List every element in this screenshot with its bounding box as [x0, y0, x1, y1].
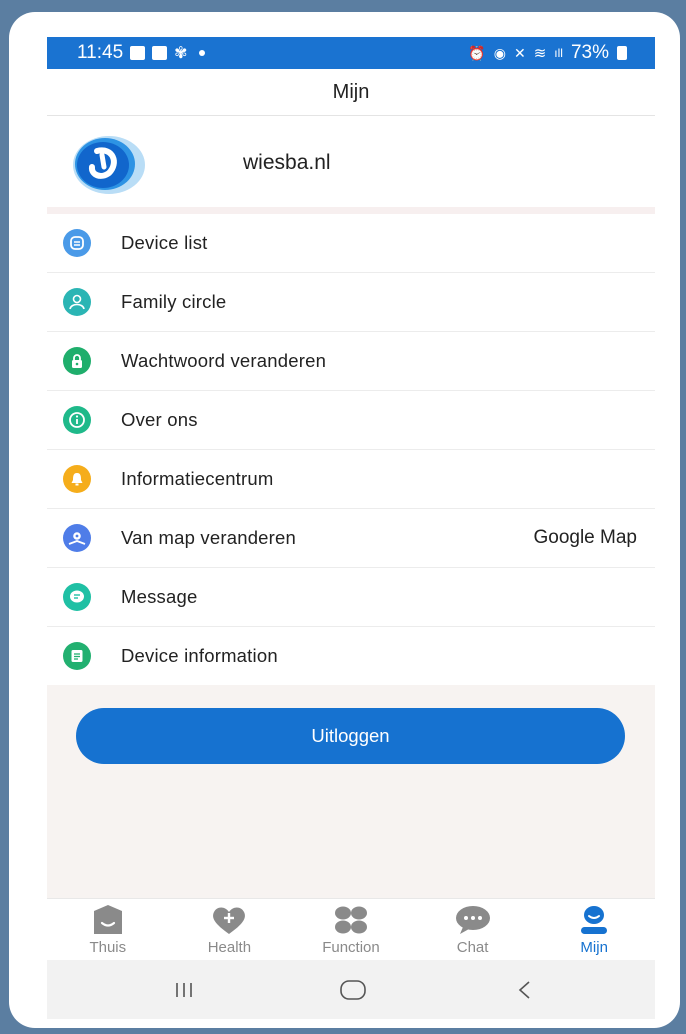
mail-notification-icon [152, 46, 168, 60]
profile-card[interactable]: wiesba.nl [47, 117, 655, 209]
menu-item-label: Device information [121, 645, 278, 666]
menu-item-change-map[interactable]: Van map veranderen Google Map [47, 509, 655, 568]
battery-percent: 73% [570, 42, 609, 63]
profile-name: wiesba.nl [243, 151, 331, 174]
tab-function[interactable]: Function [290, 899, 412, 961]
recent-apps-icon [176, 983, 192, 997]
logout-section: Uitloggen [47, 685, 655, 898]
tab-label: Thuis [89, 939, 127, 956]
tab-label: Mijn [580, 939, 608, 956]
menu-item-label: Over ons [121, 409, 198, 430]
home-watch-icon [93, 905, 122, 934]
page-title-text: Mijn [332, 80, 370, 103]
home-button[interactable] [333, 975, 373, 1005]
bell-icon [63, 465, 91, 493]
battery-icon [617, 46, 627, 60]
tab-label: Chat [456, 939, 489, 956]
map-provider-value: Google Map [533, 527, 637, 548]
device-list-icon [63, 229, 91, 257]
bottom-tab-bar: Thuis Health Function Chat Mijn [47, 898, 655, 960]
info-icon [63, 406, 91, 434]
mute-icon: ✕ [513, 44, 526, 61]
section-divider [47, 207, 655, 214]
document-icon [63, 642, 91, 670]
tab-label: Function [322, 939, 380, 956]
menu-item-information-center[interactable]: Informatiecentrum [47, 450, 655, 509]
family-circle-icon [63, 288, 91, 316]
status-bar: 11:45 ✾ ⏰ ◉ ✕ ≋ ıll 73% [47, 37, 655, 69]
menu-item-change-password[interactable]: Wachtwoord veranderen [47, 332, 655, 391]
avatar [73, 136, 145, 194]
gallery-notification-icon [130, 46, 146, 60]
fan-notification-icon: ✾ [174, 45, 188, 62]
menu-item-label: Message [121, 586, 198, 607]
back-button[interactable] [505, 975, 545, 1005]
map-pin-icon [63, 524, 91, 552]
more-notifications-icon [198, 50, 205, 56]
logout-button[interactable]: Uitloggen [76, 708, 625, 764]
tab-chat[interactable]: Chat [412, 899, 534, 961]
menu-item-label: Wachtwoord veranderen [121, 350, 327, 371]
home-icon [340, 980, 366, 1000]
wifi-icon: ≋ [533, 45, 547, 62]
message-icon [63, 583, 91, 611]
menu-item-label: Device list [121, 232, 208, 253]
profile-icon [581, 906, 608, 934]
grid-function-icon [334, 906, 367, 934]
menu-item-about-us[interactable]: Over ons [47, 391, 655, 450]
back-icon [518, 981, 530, 999]
page-title: Mijn [47, 69, 655, 116]
menu-item-label: Van map veranderen [121, 527, 297, 548]
phone-screen: 11:45 ✾ ⏰ ◉ ✕ ≋ ıll 73% Mijn wiesba.nl D… [47, 37, 655, 1019]
tab-label: Health [207, 939, 252, 956]
tab-thuis[interactable]: Thuis [47, 899, 169, 961]
menu-item-label: Informatiecentrum [121, 468, 274, 489]
tab-health[interactable]: Health [169, 899, 291, 961]
clock: 11:45 [77, 42, 124, 63]
recent-apps-button[interactable] [164, 975, 204, 1005]
tab-mijn[interactable]: Mijn [533, 899, 655, 961]
menu-item-message[interactable]: Message [47, 568, 655, 627]
menu-item-family-circle[interactable]: Family circle [47, 273, 655, 332]
menu-item-device-information[interactable]: Device information [47, 627, 655, 686]
heart-plus-icon [213, 907, 246, 934]
chat-bubble-icon [455, 906, 490, 934]
lock-icon [63, 347, 91, 375]
signal-icon: ıll [554, 46, 563, 60]
alarm-icon: ⏰ [468, 44, 486, 61]
eye-icon: ◉ [493, 44, 506, 61]
system-navigation-bar [47, 960, 655, 1019]
menu-item-label: Family circle [121, 291, 227, 312]
settings-menu: Device list Family circle Wachtwoord ver… [47, 214, 655, 686]
menu-item-device-list[interactable]: Device list [47, 214, 655, 273]
